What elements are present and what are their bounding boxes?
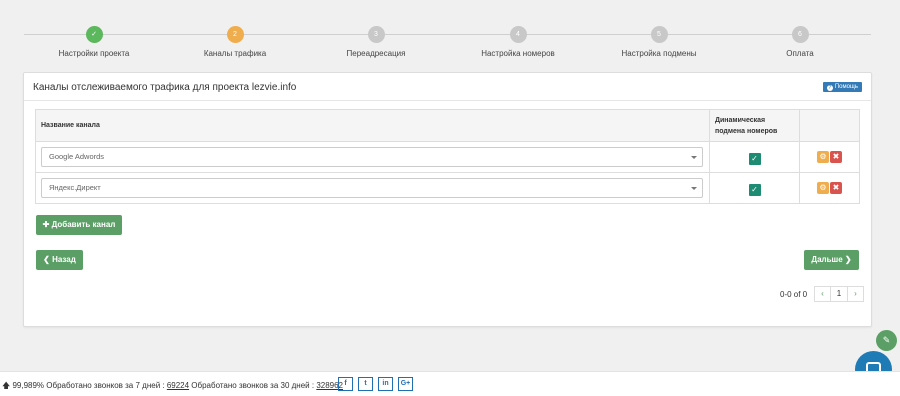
wizard-stepper: ✓ Настройки проекта 2 Каналы трафика 3 П… (0, 0, 900, 68)
actions-cell: ⚙ ✖ (799, 172, 860, 204)
footer-stats: 🡅 99,989% Обработано звонков за 7 дней :… (2, 380, 343, 394)
step-5-circle: 5 (650, 26, 668, 43)
twitter-icon[interactable]: t (358, 377, 373, 391)
linkedin-icon[interactable]: in (378, 377, 393, 391)
channels-table: Название канала Динамическая подмена ном… (35, 109, 860, 204)
footer-text-mid: Обработано звонков за 30 дней : (189, 381, 317, 390)
channel-cell: Google Adwords (35, 141, 710, 173)
step-6-label: Оплата (786, 49, 814, 58)
channel-cell: Яндекс.Директ (35, 172, 710, 204)
step-4-label: Настройка номеров (481, 49, 555, 58)
table-row: Яндекс.Директ ✓ ⚙ ✖ (35, 172, 860, 204)
step-1-check-icon: ✓ (85, 26, 103, 43)
help-label: Помощь (834, 84, 858, 90)
google-plus-icon[interactable]: G+ (398, 377, 413, 391)
dynamic-checkbox[interactable]: ✓ (748, 184, 761, 196)
step-5-label: Настройка подмены (621, 49, 697, 58)
step-2-label: Каналы трафика (203, 49, 267, 58)
caret-down-icon (691, 187, 697, 190)
dynamic-cell: ✓ (709, 172, 800, 204)
calls-7d-link[interactable]: 69224 (167, 381, 189, 390)
column-header-channel: Название канала (35, 109, 710, 142)
step-project-settings[interactable]: ✓ Настройки проекта (24, 26, 164, 58)
step-4-circle: 4 (509, 26, 527, 43)
step-substitution-settings[interactable]: 5 Настройка подмены (589, 26, 729, 58)
step-traffic-channels[interactable]: 2 Каналы трафика (165, 26, 305, 58)
channel-select-value: Google Adwords (49, 152, 105, 161)
settings-gear-icon[interactable]: ⚙ (817, 181, 829, 194)
back-button[interactable]: ❮ Назад (36, 250, 83, 270)
pagination: ‹ 1 › (814, 286, 864, 302)
column-header-actions (799, 109, 860, 142)
channel-select-value: Яндекс.Директ (49, 183, 101, 192)
help-button[interactable]: ? Помощь (822, 82, 862, 92)
pager-page-1[interactable]: 1 (830, 286, 848, 302)
note-icon[interactable]: ✎ (876, 330, 897, 351)
step-payment[interactable]: 6 Оплата (730, 26, 870, 58)
panel-header: Каналы отслеживаемого трафика для проект… (24, 73, 871, 101)
settings-gear-icon[interactable]: ⚙ (817, 150, 829, 163)
channel-select[interactable]: Яндекс.Директ (41, 178, 703, 198)
table-header-row: Название канала Динамическая подмена ном… (35, 109, 860, 142)
pager-info: 0-0 of 0 (780, 290, 808, 299)
step-6-circle: 6 (791, 26, 809, 43)
step-number-settings[interactable]: 4 Настройка номеров (448, 26, 588, 58)
column-header-dynamic: Динамическая подмена номеров (709, 109, 800, 142)
channels-panel: Каналы отслеживаемого трафика для проект… (23, 72, 872, 327)
question-icon: ? (826, 85, 833, 91)
social-links: f t in G+ (338, 377, 418, 391)
step-1-label: Настройки проекта (58, 49, 130, 58)
step-2-circle: 2 (226, 26, 244, 43)
next-button[interactable]: Дальше ❯ (804, 250, 859, 270)
pager-next-button[interactable]: › (847, 286, 864, 302)
footer-text-prefix: 99,989% Обработано звонков за 7 дней : (10, 381, 167, 390)
dynamic-cell: ✓ (709, 141, 800, 173)
caret-down-icon (691, 156, 697, 159)
step-3-label: Переадресация (346, 49, 406, 58)
table-row: Google Adwords ✓ ⚙ ✖ (35, 141, 860, 173)
step-3-circle: 3 (367, 26, 385, 43)
step-forwarding[interactable]: 3 Переадресация (306, 26, 446, 58)
delete-icon[interactable]: ✖ (830, 150, 842, 163)
pager-prev-button[interactable]: ‹ (814, 286, 831, 302)
footer: 🡅 99,989% Обработано звонков за 7 дней :… (0, 371, 900, 396)
channel-select[interactable]: Google Adwords (41, 147, 703, 167)
facebook-icon[interactable]: f (338, 377, 353, 391)
add-channel-button[interactable]: ✚ Добавить канал (36, 215, 122, 235)
dynamic-checkbox[interactable]: ✓ (748, 153, 761, 165)
panel-title: Каналы отслеживаемого трафика для проект… (33, 82, 297, 93)
delete-icon[interactable]: ✖ (830, 181, 842, 194)
arrow-up-icon: 🡅 (2, 381, 11, 390)
actions-cell: ⚙ ✖ (799, 141, 860, 173)
